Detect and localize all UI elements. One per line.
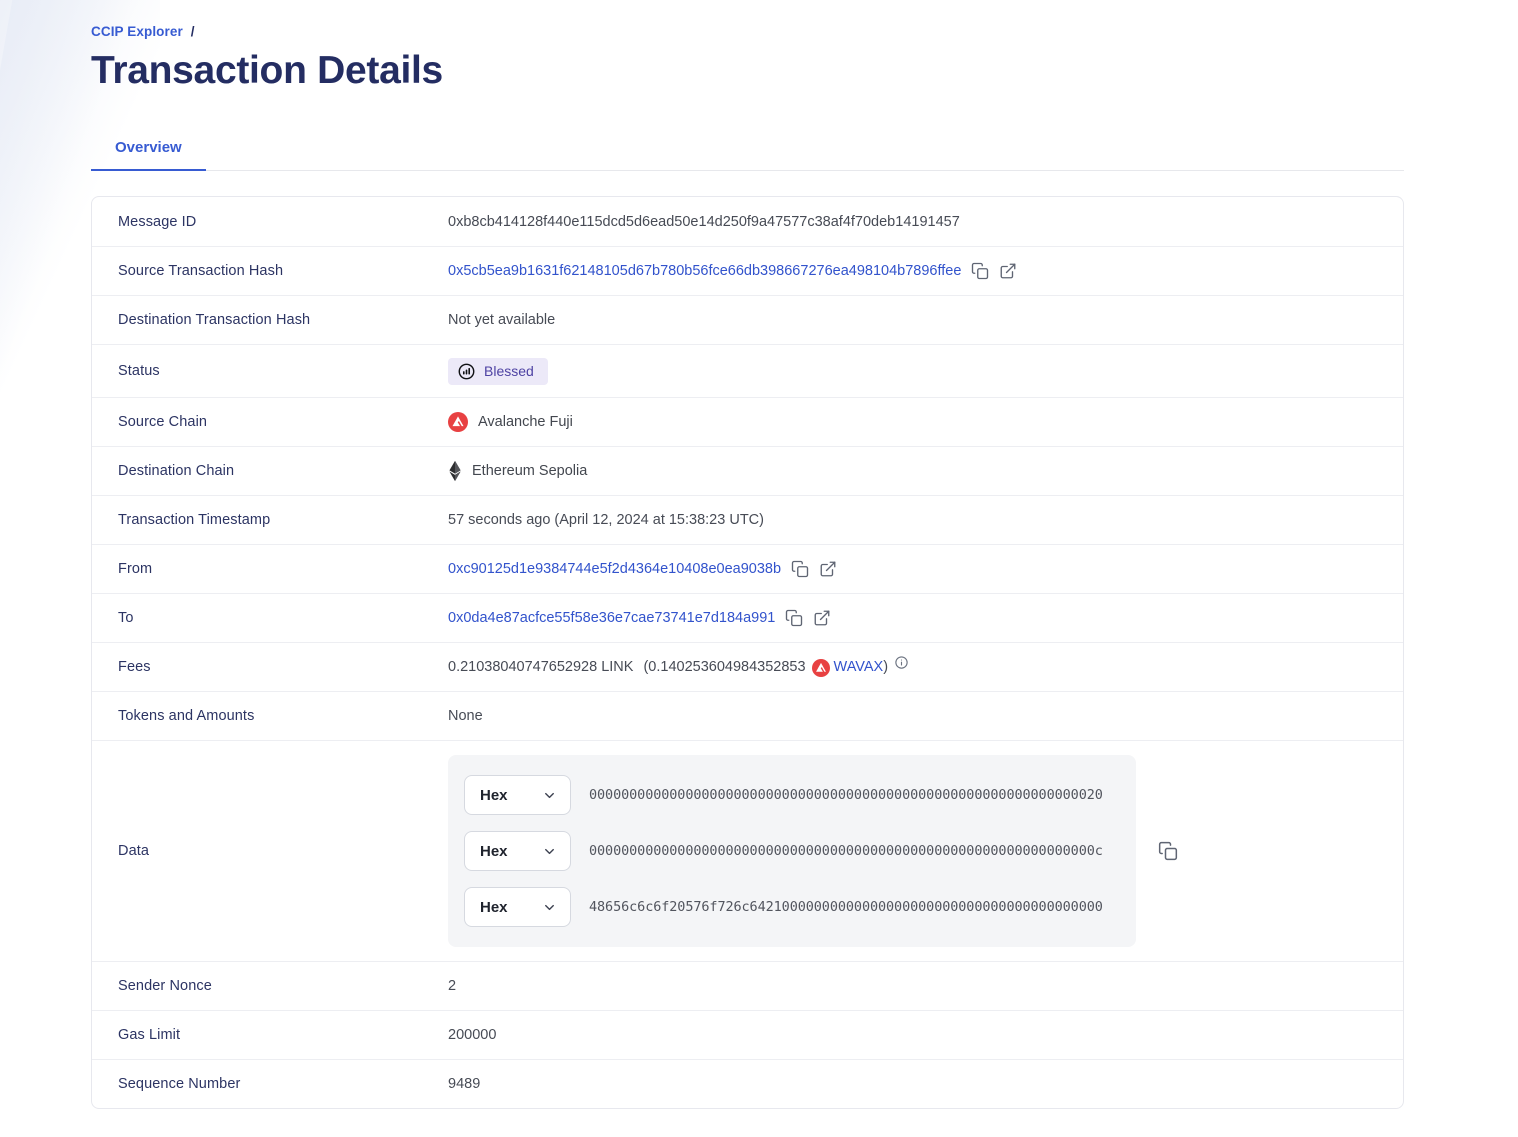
external-link-icon[interactable] [813,609,831,627]
row-label: Fees [118,659,448,675]
fees-token-link[interactable]: WAVAX [834,659,884,675]
external-link-icon[interactable] [819,560,837,578]
row-label: Transaction Timestamp [118,512,448,528]
external-link-icon[interactable] [999,262,1017,280]
info-icon[interactable] [894,655,909,670]
source-chain-name: Avalanche Fuji [478,414,573,430]
table-row-timestamp: Transaction Timestamp 57 seconds ago (Ap… [92,495,1403,544]
table-row-fees: Fees 0.21038040747652928 LINK ( 0.140253… [92,642,1403,691]
source-tx-hash-link[interactable]: 0x5cb5ea9b1631f62148105d67b780b56fce66db… [448,263,961,279]
data-format-select-value: Hex [480,899,508,916]
data-hex-value: 48656c6c6f20576f726c64210000000000000000… [589,899,1103,915]
status-blessed-icon [457,362,476,381]
row-label: Destination Transaction Hash [118,312,448,328]
avalanche-icon [812,659,830,677]
copy-icon[interactable] [1158,841,1178,861]
fees-converted-amount: 0.140253604984352853 [648,659,805,675]
table-row-to: To 0x0da4e87acfce55f58e36e7cae73741e7d18… [92,593,1403,642]
data-hex-box: Hex 000000000000000000000000000000000000… [448,755,1136,947]
row-label: To [118,610,448,626]
data-format-select[interactable]: Hex [464,831,571,871]
avalanche-icon [448,412,468,432]
row-label: Source Transaction Hash [118,263,448,279]
timestamp-value: 57 seconds ago (April 12, 2024 at 15:38:… [448,512,1403,528]
chevron-down-icon [542,788,557,803]
breadcrumb: CCIP Explorer / [91,0,1404,39]
table-row-message-id: Message ID 0xb8cb414128f440e115dcd5d6ead… [92,197,1403,246]
tab-bar: Overview [91,127,1404,171]
row-label: Gas Limit [118,1027,448,1043]
table-row-source-tx-hash: Source Transaction Hash 0x5cb5ea9b1631f6… [92,246,1403,295]
from-address-link[interactable]: 0xc90125d1e9384744e5f2d4364e10408e0ea903… [448,561,781,577]
row-label: Message ID [118,214,448,230]
row-label: Sender Nonce [118,978,448,994]
table-row-data: Data Hex 0000000000000000000000000000000… [92,740,1403,961]
data-format-select-value: Hex [480,787,508,804]
table-row-gas-limit: Gas Limit 200000 [92,1010,1403,1059]
chevron-down-icon [542,900,557,915]
fees-amount: 0.21038040747652928 LINK [448,659,633,675]
table-row-status: Status Blessed [92,344,1403,397]
row-label: Tokens and Amounts [118,708,448,724]
table-row-sender-nonce: Sender Nonce 2 [92,961,1403,1010]
row-label: From [118,561,448,577]
table-row-from: From 0xc90125d1e9384744e5f2d4364e10408e0… [92,544,1403,593]
tokens-value: None [448,708,1403,724]
status-badge-label: Blessed [484,363,534,379]
data-line: Hex 000000000000000000000000000000000000… [464,827,1120,875]
data-hex-value: 0000000000000000000000000000000000000000… [589,787,1103,803]
table-row-tokens: Tokens and Amounts None [92,691,1403,740]
dest-tx-hash-value: Not yet available [448,312,1403,328]
transaction-details-card: Message ID 0xb8cb414128f440e115dcd5d6ead… [91,196,1404,1109]
breadcrumb-ccip-explorer-link[interactable]: CCIP Explorer [91,24,183,39]
breadcrumb-separator: / [191,24,195,39]
data-format-select[interactable]: Hex [464,775,571,815]
table-row-source-chain: Source Chain Avalanche Fuji [92,397,1403,446]
copy-icon[interactable] [785,609,803,627]
data-hex-value: 0000000000000000000000000000000000000000… [589,843,1103,859]
row-label: Source Chain [118,414,448,430]
data-line: Hex 000000000000000000000000000000000000… [464,771,1120,819]
message-id-value: 0xb8cb414128f440e115dcd5d6ead50e14d250f9… [448,214,1403,230]
data-format-select-value: Hex [480,843,508,860]
data-format-select[interactable]: Hex [464,887,571,927]
tab-overview[interactable]: Overview [91,127,206,171]
copy-icon[interactable] [971,262,989,280]
ethereum-icon [448,460,462,482]
page-title: Transaction Details [91,49,1404,93]
dest-chain-name: Ethereum Sepolia [472,463,587,479]
fees-paren-close: ) [883,659,888,675]
status-badge: Blessed [448,358,548,385]
gas-limit-value: 200000 [448,1027,1403,1043]
row-label: Data [118,843,448,859]
page-content: CCIP Explorer / Transaction Details Over… [91,0,1404,1109]
row-label: Sequence Number [118,1076,448,1092]
chevron-down-icon [542,844,557,859]
table-row-dest-chain: Destination Chain Ethereum Sepolia [92,446,1403,495]
sequence-number-value: 9489 [448,1076,1403,1092]
to-address-link[interactable]: 0x0da4e87acfce55f58e36e7cae73741e7d184a9… [448,610,775,626]
row-label: Destination Chain [118,463,448,479]
table-row-sequence-number: Sequence Number 9489 [92,1059,1403,1108]
copy-icon[interactable] [791,560,809,578]
data-line: Hex 48656c6c6f20576f726c6421000000000000… [464,883,1120,931]
row-label: Status [118,363,448,379]
sender-nonce-value: 2 [448,978,1403,994]
table-row-dest-tx-hash: Destination Transaction Hash Not yet ava… [92,295,1403,344]
